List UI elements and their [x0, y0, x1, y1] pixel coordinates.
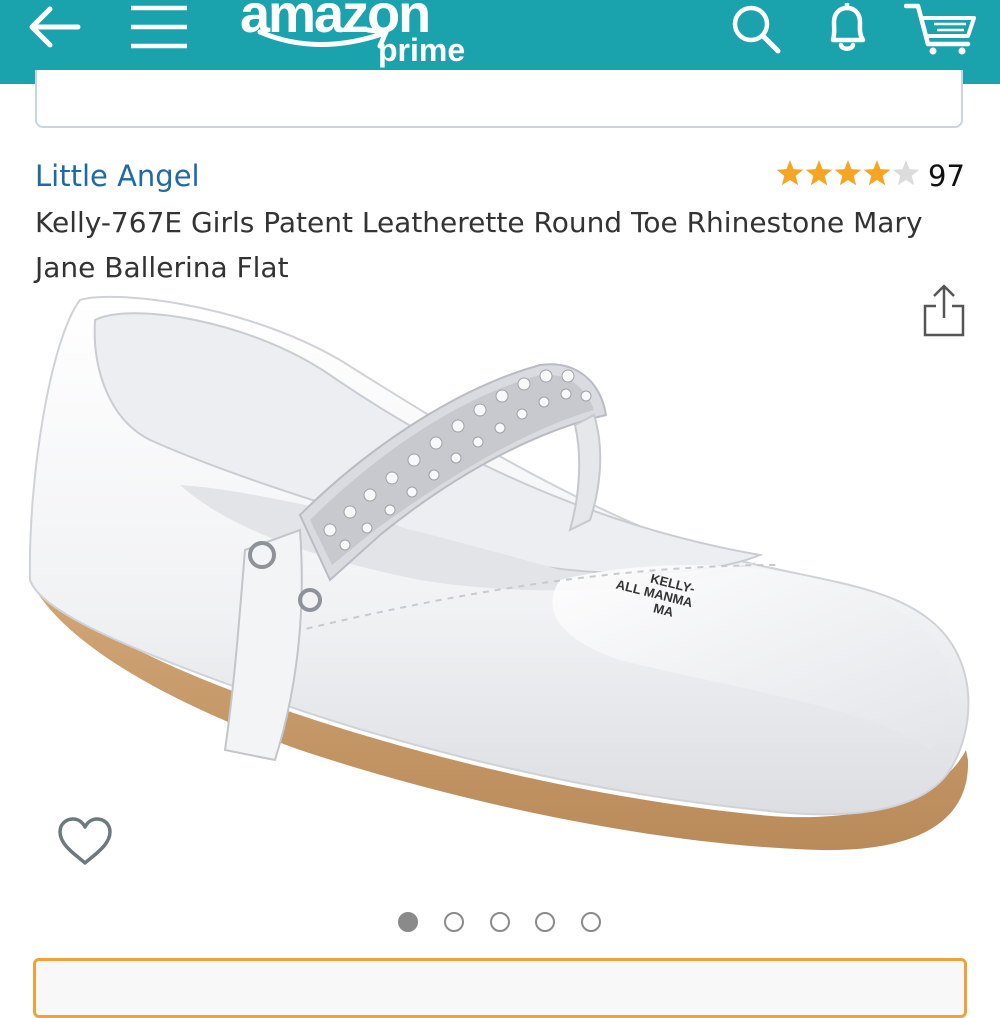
search-icon[interactable] — [727, 0, 785, 56]
star-filled-icon — [863, 160, 891, 186]
hamburger-menu-icon[interactable] — [128, 2, 190, 52]
star-filled-icon — [805, 160, 833, 186]
brand-link[interactable]: Little Angel — [35, 158, 200, 194]
star-filled-icon — [776, 160, 804, 186]
star-empty-icon — [892, 160, 920, 186]
heart-outline-icon[interactable] — [56, 815, 114, 869]
product-title: Kelly-767E Girls Patent Leatherette Roun… — [35, 206, 923, 284]
gallery-dot-5[interactable] — [581, 912, 601, 932]
gallery-dot-4[interactable] — [535, 912, 555, 932]
cart-icon[interactable] — [904, 0, 978, 56]
gallery-dot-2[interactable] — [444, 912, 464, 932]
gallery-dot-3[interactable] — [490, 912, 510, 932]
product-image[interactable]: KELLY- ALL MANMA MA — [0, 280, 1000, 880]
arrow-left-icon[interactable] — [22, 2, 84, 52]
star-filled-icon — [834, 160, 862, 186]
bell-icon[interactable] — [818, 0, 876, 56]
logo-prime: prime — [378, 32, 466, 68]
star-rating[interactable] — [775, 158, 920, 188]
logo-smile-arrow — [257, 27, 389, 49]
gallery-dot-1[interactable] — [398, 912, 418, 932]
buy-box[interactable] — [33, 958, 967, 1018]
rating-count[interactable]: 97 — [928, 158, 965, 194]
search-box-remnant[interactable] — [35, 70, 963, 128]
amazon-prime-logo[interactable]: amazon prime — [236, 0, 486, 76]
